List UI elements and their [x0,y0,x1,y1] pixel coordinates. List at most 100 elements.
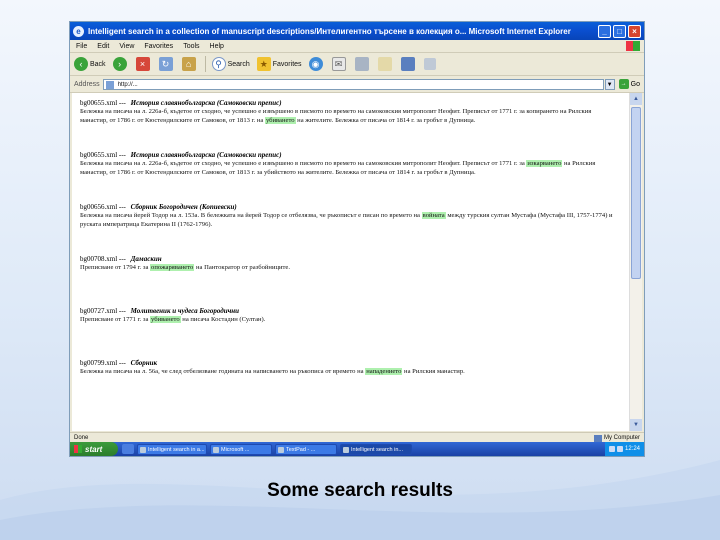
security-zone: My Computer [593,434,640,442]
slide-caption: Some search results [267,480,453,501]
favorites-label: Favorites [272,60,302,68]
menu-view[interactable]: View [119,43,134,50]
menu-bar: File Edit View Favorites Tools Help [70,40,644,53]
back-arrow-icon: ‹ [74,57,88,71]
scroll-down-arrow-icon[interactable]: ▼ [630,419,642,431]
snippet-text: Преписване от 1794 г. за [80,264,151,271]
stop-button[interactable]: × [135,57,152,71]
mail-button[interactable]: ✉ [331,57,348,71]
taskbar-item-active[interactable]: Intelligent search in... [340,443,412,455]
menu-favorites[interactable]: Favorites [144,43,173,50]
edit-icon [377,57,392,71]
home-button[interactable]: ⌂ [181,57,198,71]
media-button[interactable]: ◉ [308,57,325,71]
menu-file[interactable]: File [76,43,87,50]
results-list: bg00655.xml --- История славянобългарска… [72,93,630,405]
result-snippet: Преписване от 1794 г. за опожаряването н… [80,264,620,273]
taskbar: start Intelligent search in a... Microso… [70,442,644,456]
result-heading: bg00799.xml --- Сборник [80,359,620,367]
menu-help[interactable]: Help [210,43,224,50]
ie-logo-icon: e [73,25,84,37]
result-item: bg00799.xml --- Сборник Бележка на писача… [80,353,620,405]
favorites-button[interactable]: ★ Favorites [256,57,302,71]
result-title: История славянобългарска (Самоковски пре… [130,151,282,159]
computer-icon [593,434,602,442]
snippet-text: Бележка на писача йерей Тодор на л. 153а… [80,212,422,219]
stop-icon: × [135,57,150,71]
result-item: bg00655.xml --- История славянобългарска… [80,93,620,145]
window-title: Intelligent search in a collection of ma… [88,26,571,36]
discuss-button[interactable] [400,57,417,71]
menu-edit[interactable]: Edit [97,43,109,50]
maximize-button[interactable]: □ [613,24,626,38]
research-icon [423,58,436,70]
result-title: Сборник [130,359,158,367]
scroll-thumb[interactable] [631,107,641,279]
address-dropdown-button[interactable]: ▼ [604,78,615,90]
go-label: Go [630,80,640,88]
tray-icon[interactable] [608,446,615,452]
menu-tools[interactable]: Tools [183,43,199,50]
result-filename-link[interactable]: bg00799.xml --- [80,359,128,367]
messenger-icon [400,57,415,71]
result-title: История славянобългарска (Самоковски пре… [130,99,282,107]
go-button[interactable]: → Go [618,79,640,89]
taskbar-item[interactable]: TextPad - ... [275,443,337,455]
taskbar-item[interactable]: Intelligent search in a... [137,443,207,455]
print-icon [354,57,369,71]
refresh-button[interactable]: ↻ [158,57,175,71]
result-heading: bg00655.xml --- История славянобългарска… [80,99,620,107]
highlighted-term: изкарването [526,160,563,167]
snippet-text: на Пантократор от разбойниците. [194,264,291,271]
address-label: Address [74,80,100,88]
snippet-text: на Рилския манастир. [402,368,465,375]
status-text: Done [74,435,89,441]
snippet-text: Преписване от 1771 г. за [80,316,151,323]
minimize-button[interactable]: _ [598,24,611,38]
result-filename-link[interactable]: bg00655.xml --- [80,151,128,159]
vertical-scrollbar[interactable]: ▲ ▼ [629,93,642,431]
start-button[interactable]: start [70,442,118,456]
edit-button[interactable] [377,57,394,71]
highlighted-term: нападението [365,368,403,375]
result-item: bg00656.xml --- Сборник Богородичен (Коп… [80,197,620,249]
tray-icon[interactable] [616,446,623,452]
close-button[interactable]: × [628,24,641,38]
toolbar-separator [204,56,206,72]
print-button[interactable] [354,57,371,71]
search-label: Search [227,60,250,68]
browser-screenshot: e Intelligent search in a collection of … [70,22,644,456]
address-input[interactable]: http://... [102,78,604,90]
result-filename-link[interactable]: bg00727.xml --- [80,307,128,315]
result-item: bg00708.xml --- Дамаскин Преписване от 17… [80,249,620,301]
go-arrow-icon: → [618,79,629,89]
home-icon: ⌂ [181,57,196,71]
scroll-up-arrow-icon[interactable]: ▲ [630,93,642,105]
snippet-text: на писача Костадин (Султан). [180,316,266,323]
zone-label: My Computer [603,435,640,441]
result-filename-link[interactable]: bg00656.xml --- [80,203,128,211]
highlighted-term: войната [421,212,446,219]
toolbar: ‹ Back › × ↻ ⌂ ⚲ Search ★ Favorites ◉ ✉ [70,53,644,76]
result-heading: bg00655.xml --- История славянобългарска… [80,151,620,159]
favorites-star-icon: ★ [256,57,271,71]
media-icon: ◉ [308,57,323,71]
result-snippet: Бележка на писача на л. 226а-б, къдетое … [80,160,620,177]
back-button[interactable]: ‹ Back [74,57,106,71]
result-snippet: Бележка на писача на л. 226а-б, къдетое … [80,108,620,125]
snippet-text: Бележка на писача на л. 226а-б, къдетое … [80,160,527,167]
forward-button[interactable]: › [112,57,129,71]
highlighted-term: убиването [150,316,181,323]
windows-logo-icon [74,445,82,453]
result-title: Молитвеник и чудеса Богородични [130,307,240,315]
result-filename-link[interactable]: bg00708.xml --- [80,255,128,263]
research-button[interactable] [423,58,438,70]
system-tray: 12:24 [604,442,644,456]
result-filename-link[interactable]: bg00655.xml --- [80,99,128,107]
quick-launch-icon[interactable] [122,444,134,454]
results-page: bg00655.xml --- История славянобългарска… [72,93,630,431]
result-item: bg00727.xml --- Молитвеник и чудеса Бого… [80,301,620,353]
taskbar-item[interactable]: Microsoft ... [210,443,272,455]
search-icon: ⚲ [211,57,226,71]
search-button[interactable]: ⚲ Search [211,57,250,71]
